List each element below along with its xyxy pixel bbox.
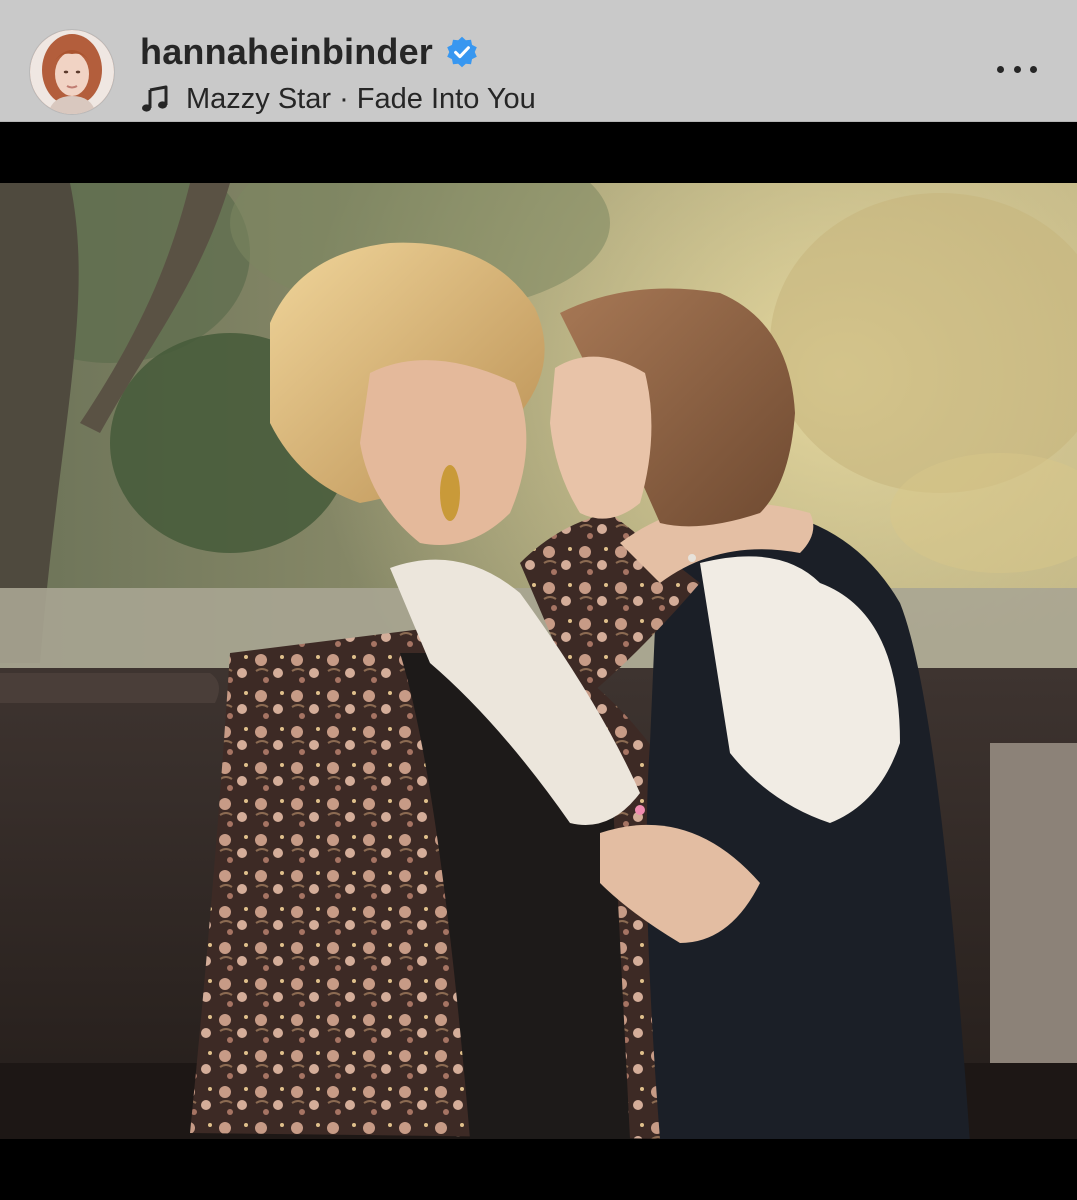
verified-badge-icon — [445, 35, 479, 69]
instagram-post: hannaheinbinder Mazzy Star · Fade Into Y… — [0, 0, 1077, 1200]
avatar-image — [30, 30, 114, 114]
more-options-icon — [997, 65, 1004, 73]
more-options-dot — [1013, 65, 1021, 73]
audio-track-link[interactable]: Mazzy Star · Fade Into You — [186, 83, 536, 116]
username-row: hannaheinbinder — [140, 28, 479, 76]
video-frame[interactable] — [0, 183, 1077, 1139]
audio-row[interactable]: Mazzy Star · Fade Into You — [140, 78, 536, 120]
music-note-icon — [140, 84, 170, 114]
username-link[interactable]: hannaheinbinder — [140, 31, 433, 73]
letterbox-bottom — [0, 1139, 1077, 1200]
post-header: hannaheinbinder Mazzy Star · Fade Into Y… — [0, 0, 1077, 122]
more-options-dot — [1030, 65, 1037, 73]
more-options-button[interactable] — [997, 57, 1037, 81]
avatar[interactable] — [30, 30, 114, 114]
post-media[interactable] — [0, 122, 1077, 1200]
letterbox-top — [0, 122, 1077, 183]
video-frame-image — [0, 183, 1077, 1139]
